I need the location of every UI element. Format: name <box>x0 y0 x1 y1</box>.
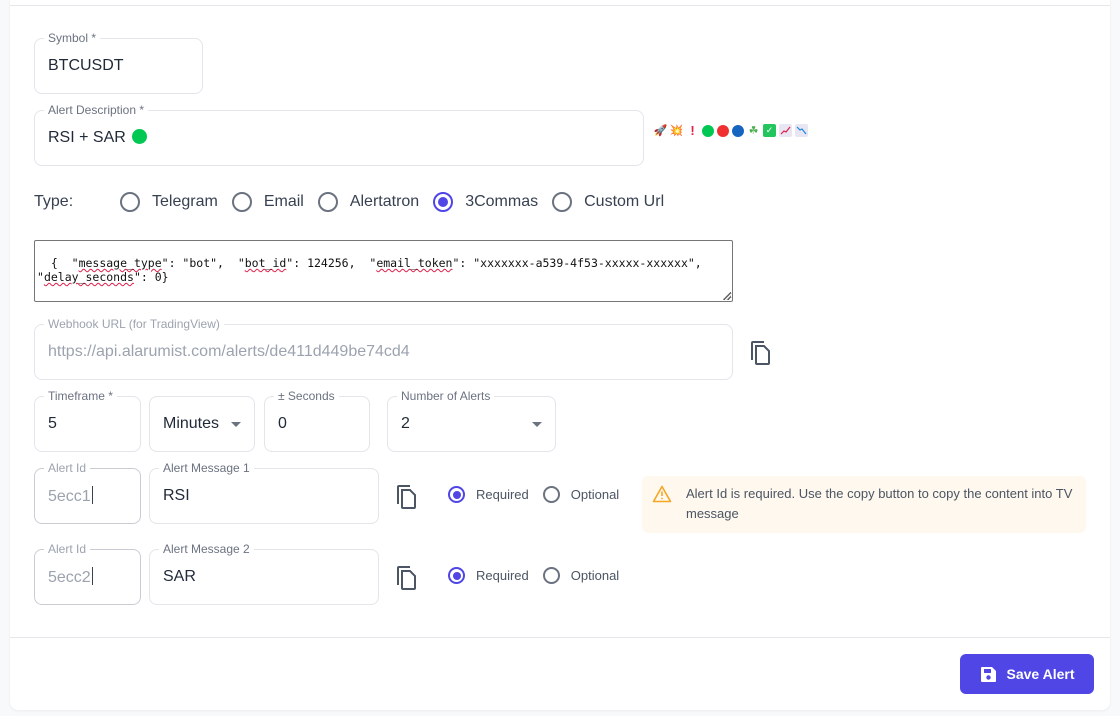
alert-id-field-1[interactable]: Alert Id 5ecc1 <box>34 461 141 524</box>
warning-alert: Alert Id is required. Use the copy butto… <box>642 476 1086 533</box>
check-box-icon[interactable]: ✓ <box>763 124 776 137</box>
seconds-field[interactable]: ± Seconds 0 <box>264 389 370 452</box>
number-of-alerts-select[interactable]: Number of Alerts 2 <box>387 389 556 452</box>
rocket-icon[interactable]: 🚀 <box>654 124 668 137</box>
green-circle-emoji <box>132 129 148 144</box>
resize-handle[interactable] <box>723 292 731 300</box>
misspelled-token: message_type <box>78 256 162 270</box>
save-alert-label: Save Alert <box>1006 666 1075 682</box>
type-option-alertatron[interactable]: Alertatron <box>317 192 419 212</box>
number-of-alerts-value: 2 <box>401 415 410 432</box>
radio-checked-icon[interactable] <box>448 486 465 503</box>
symbol-value: BTCUSDT <box>48 57 124 74</box>
webhook-url-value: https://api.alarumist.com/alerts/de411d4… <box>48 343 410 360</box>
radio-icon[interactable] <box>552 192 573 212</box>
type-radio-group: Type: Telegram Email Alertatron 3Commas … <box>34 192 678 212</box>
symbol-label: Symbol * <box>44 31 101 45</box>
text-caret <box>91 486 93 504</box>
misspelled-token: email_token <box>376 256 453 270</box>
seconds-label: ± Seconds <box>274 389 339 403</box>
radio-icon[interactable] <box>231 192 252 212</box>
payload-text: ": 124256, " <box>286 256 377 270</box>
alert-id-label: Alert Id <box>44 461 91 475</box>
copy-alert-id-icon[interactable] <box>396 484 418 510</box>
emoji-picker: 🚀 💥 ! ☘ ✓ <box>654 123 808 138</box>
chevron-down-icon <box>532 422 542 427</box>
alert-description-field[interactable]: Alert Description * RSI + SAR <box>34 103 644 166</box>
timeframe-label: Timeframe * <box>44 389 117 403</box>
timeframe-unit-select[interactable]: Minutes <box>149 396 255 452</box>
alert-description-label: Alert Description * <box>44 103 149 117</box>
timeframe-unit-value: Minutes <box>163 415 220 432</box>
alert-id-value: 5ecc1 <box>48 488 91 505</box>
payload-text: ": "bot", " <box>161 256 245 270</box>
webhook-url-label: Webhook URL (for TradingView) <box>44 317 224 331</box>
chart-increasing-icon[interactable] <box>779 124 792 137</box>
copy-alert-id-icon[interactable] <box>396 565 418 591</box>
radio-checked-icon[interactable] <box>433 192 454 212</box>
type-option-3commas[interactable]: 3Commas <box>433 192 538 212</box>
chart-decreasing-icon[interactable] <box>795 124 808 137</box>
alert-message-field-2[interactable]: Alert Message 2 SAR <box>149 542 379 605</box>
radio-icon[interactable] <box>542 567 560 584</box>
warning-text: Alert Id is required. Use the copy butto… <box>686 486 1073 521</box>
alert-id-label: Alert Id <box>44 542 91 556</box>
alert-id-field-2[interactable]: Alert Id 5ecc2 <box>34 542 141 605</box>
webhook-url-field[interactable]: Webhook URL (for TradingView) https://ap… <box>34 317 733 380</box>
required-option[interactable]: Required <box>448 567 529 584</box>
alert-message-value: RSI <box>163 487 190 504</box>
red-circle-icon[interactable] <box>717 124 729 137</box>
payload-textarea[interactable]: { "message_type": "bot", "bot_id": 12425… <box>34 240 733 302</box>
alert-id-value: 5ecc2 <box>48 569 91 586</box>
payload-text: ": 0} <box>133 270 169 284</box>
alert-message-label: Alert Message 2 <box>159 542 254 556</box>
blue-circle-icon[interactable] <box>732 124 744 137</box>
save-alert-button[interactable]: Save Alert <box>960 654 1094 694</box>
alert-message-value: SAR <box>163 568 196 585</box>
payload-text: { " <box>50 256 79 270</box>
type-option-telegram[interactable]: Telegram <box>120 192 218 212</box>
copy-webhook-icon[interactable] <box>750 340 772 366</box>
alert-description-value: RSI + SAR <box>48 129 126 146</box>
type-option-custom-url[interactable]: Custom Url <box>552 192 664 212</box>
warning-icon <box>652 485 672 503</box>
top-divider <box>10 5 1110 6</box>
alert-message-label: Alert Message 1 <box>159 461 254 475</box>
optional-option[interactable]: Optional <box>542 486 619 503</box>
green-circle-icon[interactable] <box>702 124 714 137</box>
radio-icon[interactable] <box>542 486 560 503</box>
timeframe-field[interactable]: Timeframe * 5 <box>34 389 141 452</box>
text-caret <box>91 567 93 585</box>
requirement-radio-group-1: Required Optional <box>448 486 633 503</box>
exclamation-icon[interactable]: ! <box>686 123 699 138</box>
type-option-email[interactable]: Email <box>231 192 304 212</box>
timeframe-value: 5 <box>48 415 57 432</box>
shamrock-icon[interactable]: ☘ <box>747 124 760 137</box>
optional-option[interactable]: Optional <box>542 567 619 584</box>
misspelled-token: delay_seconds <box>43 270 134 284</box>
footer-divider <box>10 637 1110 638</box>
alert-message-field-1[interactable]: Alert Message 1 RSI <box>149 461 379 524</box>
required-option[interactable]: Required <box>448 486 529 503</box>
number-of-alerts-label: Number of Alerts <box>397 389 495 403</box>
symbol-field[interactable]: Symbol * BTCUSDT <box>34 31 203 94</box>
chevron-down-icon <box>231 422 241 427</box>
collision-icon[interactable]: 💥 <box>670 124 684 137</box>
type-label: Type: <box>34 193 74 210</box>
seconds-value: 0 <box>278 415 287 432</box>
requirement-radio-group-2: Required Optional <box>448 567 633 584</box>
floppy-disk-icon <box>980 666 996 682</box>
radio-icon[interactable] <box>120 192 140 212</box>
misspelled-token: bot_id <box>244 256 287 270</box>
radio-checked-icon[interactable] <box>448 567 465 584</box>
radio-icon[interactable] <box>317 192 338 212</box>
